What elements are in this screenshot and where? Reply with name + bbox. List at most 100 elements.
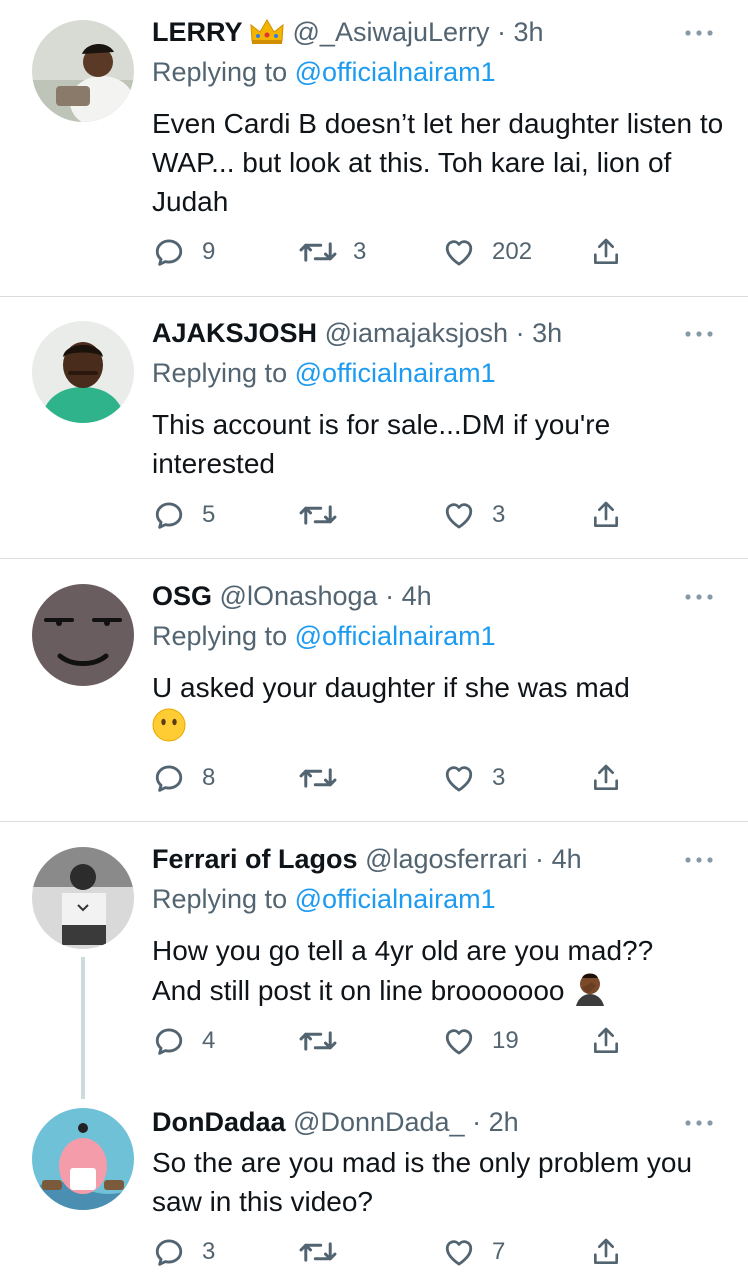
action-bar: 3 7 [152, 1232, 622, 1272]
like-button[interactable]: 202 [442, 232, 532, 272]
retweet-icon [299, 1235, 337, 1269]
tweet-text-wrap: U asked your daughter if she was mad [152, 668, 727, 752]
avatar[interactable] [32, 1108, 134, 1210]
like-button[interactable]: 7 [442, 1232, 505, 1272]
like-button[interactable]: 3 [442, 758, 505, 798]
reply-icon [152, 1024, 186, 1058]
share-icon [590, 762, 622, 794]
like-button[interactable]: 3 [442, 495, 505, 535]
tweet-text: So the are you mad is the only problem y… [152, 1147, 693, 1217]
timestamp[interactable]: 4h [402, 581, 432, 611]
share-button[interactable] [590, 1021, 622, 1061]
timestamp[interactable]: 3h [514, 17, 544, 47]
reply-count: 8 [202, 764, 216, 791]
replying-prefix: Replying to [152, 621, 288, 651]
timestamp[interactable]: 4h [552, 844, 582, 874]
more-icon[interactable] [684, 330, 714, 338]
like-count: 202 [492, 238, 533, 265]
thread-line [81, 957, 85, 1099]
retweet-icon [299, 761, 337, 795]
user-handle[interactable]: @iamajaksjosh [325, 318, 508, 348]
replying-prefix: Replying to [152, 358, 288, 388]
avatar[interactable] [32, 847, 134, 949]
reply-button[interactable]: 3 [152, 1232, 215, 1272]
mention-link[interactable]: @officialnairam1 [295, 358, 496, 388]
retweet-button[interactable]: 3 [299, 232, 366, 272]
action-bar: 9 3 202 [152, 232, 622, 272]
display-name[interactable]: DonDadaa [152, 1107, 286, 1137]
reply-button[interactable]: 9 [152, 232, 215, 272]
tweet-lerry[interactable]: LERRY @_AsiwajuLerry · 3h Replying to @of… [0, 12, 748, 296]
avatar[interactable] [32, 20, 134, 122]
retweet-button[interactable] [299, 495, 353, 535]
reply-count: 5 [202, 501, 216, 528]
heart-icon [442, 235, 476, 269]
tweet-text: U asked your daughter if she was mad [152, 672, 630, 703]
more-icon[interactable] [684, 29, 714, 37]
tweet-ajaksjosh[interactable]: AJAKSJOSH @iamajaksjosh · 3h Replying to… [0, 313, 748, 558]
retweet-button[interactable] [299, 758, 353, 798]
avatar[interactable] [32, 584, 134, 686]
like-button[interactable]: 19 [442, 1021, 519, 1061]
divider [0, 558, 748, 559]
hushed-face-emoji [152, 708, 186, 752]
more-icon[interactable] [684, 593, 714, 601]
share-icon [590, 1025, 622, 1057]
tweet-text-wrap: How you go tell a 4yr old are you mad?? … [152, 931, 727, 1016]
display-name[interactable]: AJAKSJOSH [152, 318, 317, 348]
divider [0, 821, 748, 822]
user-handle[interactable]: @lOnashoga [220, 581, 378, 611]
replying-to: Replying to @officialnairam1 [152, 52, 496, 92]
reply-button[interactable]: 4 [152, 1021, 215, 1061]
display-name[interactable]: Ferrari of Lagos [152, 844, 358, 874]
replying-to: Replying to @officialnairam1 [152, 353, 496, 393]
share-button[interactable] [590, 232, 622, 272]
like-count: 3 [492, 764, 506, 791]
share-icon [590, 499, 622, 531]
display-name[interactable]: OSG [152, 581, 212, 611]
user-handle[interactable]: @lagosferrari [365, 844, 527, 874]
reply-icon [152, 498, 186, 532]
facepalm-emoji [572, 970, 608, 1016]
user-handle[interactable]: @DonnDada_ [293, 1107, 465, 1137]
timestamp[interactable]: 2h [489, 1107, 519, 1137]
separator-dot: · [497, 17, 507, 47]
tweet-text-line-1: How you go tell a 4yr old are you mad?? [152, 935, 654, 966]
like-count: 3 [492, 501, 506, 528]
user-handle[interactable]: @_AsiwajuLerry [293, 17, 490, 47]
share-button[interactable] [590, 1232, 622, 1272]
separator-dot: · [535, 844, 545, 874]
retweet-icon [299, 235, 337, 269]
mention-link[interactable]: @officialnairam1 [295, 621, 496, 651]
separator-dot: · [472, 1107, 482, 1137]
reply-button[interactable]: 8 [152, 758, 215, 798]
tweet-osg[interactable]: OSG @lOnashoga · 4h Replying to @officia… [0, 576, 748, 821]
like-count: 7 [492, 1238, 506, 1265]
reply-button[interactable]: 5 [152, 495, 215, 535]
share-button[interactable] [590, 495, 622, 535]
tweet-text-line-2: And still post it on line brooooooo [152, 975, 565, 1006]
more-icon[interactable] [684, 856, 714, 864]
more-icon[interactable] [684, 1119, 714, 1127]
mention-link[interactable]: @officialnairam1 [295, 57, 496, 87]
retweet-button[interactable] [299, 1232, 353, 1272]
replying-prefix: Replying to [152, 57, 288, 87]
share-icon [590, 1236, 622, 1268]
tweet-ferrari-of-lagos[interactable]: Ferrari of Lagos @lagosferrari · 4h Repl… [0, 839, 748, 1099]
replying-to: Replying to @officialnairam1 [152, 616, 496, 656]
retweet-button[interactable] [299, 1021, 353, 1061]
display-name[interactable]: LERRY [152, 17, 243, 47]
like-count: 19 [492, 1027, 519, 1054]
divider [0, 296, 748, 297]
mention-link[interactable]: @officialnairam1 [295, 884, 496, 914]
timestamp[interactable]: 3h [532, 318, 562, 348]
share-button[interactable] [590, 758, 622, 798]
avatar[interactable] [32, 321, 134, 423]
separator-dot: · [515, 318, 525, 348]
retweet-icon [299, 498, 337, 532]
reply-icon [152, 1235, 186, 1269]
replying-to: Replying to @officialnairam1 [152, 879, 496, 919]
tweet-text: Even Cardi B doesn’t let her daughter li… [152, 108, 724, 217]
tweet-dondadaa[interactable]: DonDadaa @DonnDada_ · 2h So the are you … [0, 1102, 748, 1280]
separator-dot: · [385, 581, 395, 611]
